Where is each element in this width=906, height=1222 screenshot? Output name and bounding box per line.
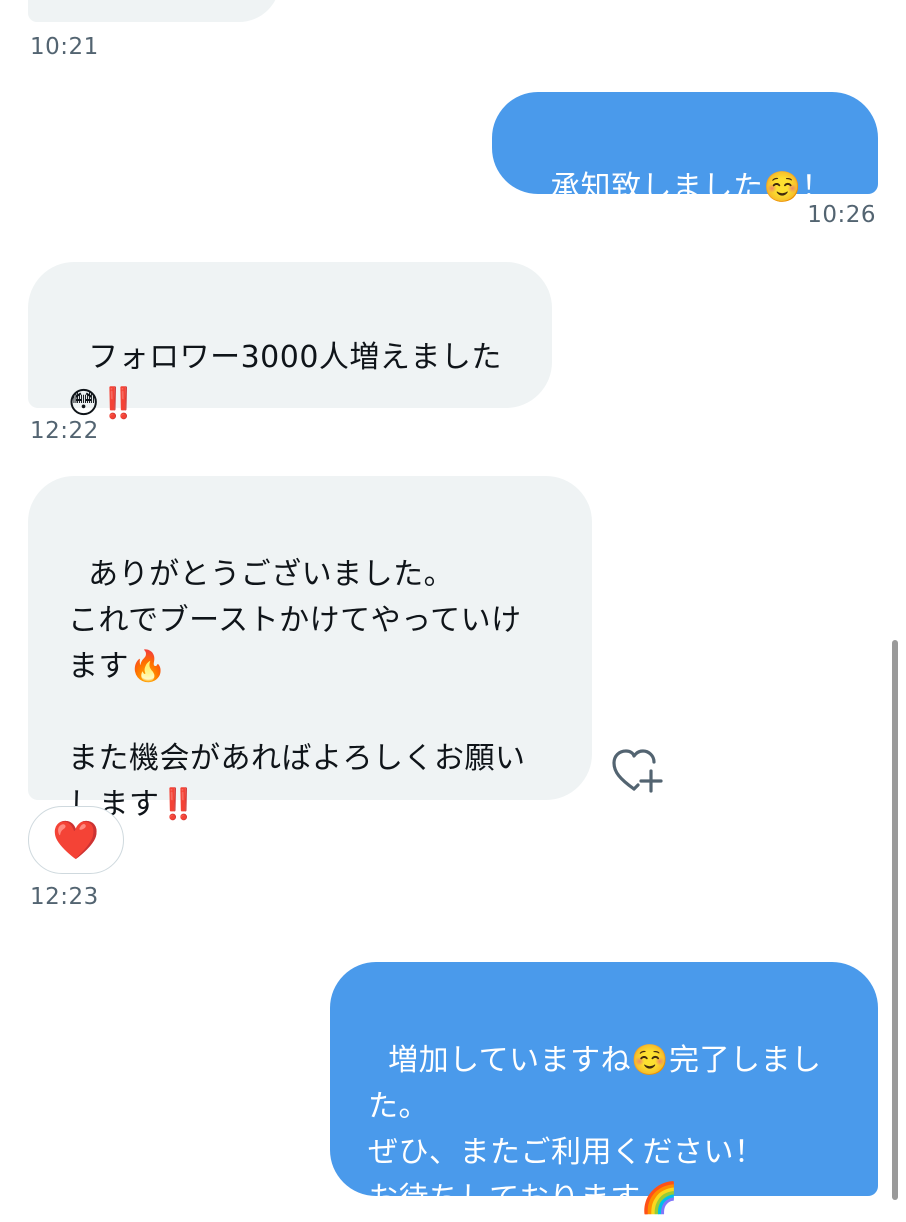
message-timestamp: 12:23	[30, 884, 99, 910]
message-bubble-outgoing[interactable]: 増加していますね☺️完了しまし た。 ぜひ、またご利用ください！ お待ちしており…	[330, 962, 878, 1216]
message-text: ありがとうございました。 これでブーストかけてやっていけ ます🔥 また機会があれ…	[68, 557, 526, 822]
scrollbar[interactable]	[892, 640, 898, 1200]
add-reaction-button[interactable]	[610, 745, 668, 799]
message-bubble-incoming[interactable]	[28, 0, 280, 22]
heart-plus-icon	[612, 749, 663, 793]
message-bubble-outgoing[interactable]: 承知致しました☺️！	[492, 92, 878, 205]
message-bubble-incoming[interactable]: ありがとうございました。 これでブーストかけてやっていけ ます🔥 また機会があれ…	[28, 476, 592, 822]
message-text: 承知致しました☺️！	[550, 170, 832, 205]
message-timestamp: 10:26	[807, 202, 876, 228]
heart-reaction: ❤️	[52, 818, 100, 862]
message-bubble-incoming[interactable]: フォロワー3000人増えました 😳‼️	[28, 262, 552, 421]
message-timestamp: 12:22	[30, 418, 99, 444]
message-text: フォロワー3000人増えました 😳‼️	[68, 340, 502, 421]
message-timestamp: 10:21	[30, 34, 99, 60]
message-text: 増加していますね☺️完了しまし た。 ぜひ、またご利用ください！ お待ちしており…	[368, 1043, 822, 1216]
reaction-badge[interactable]: ❤️	[28, 806, 124, 874]
